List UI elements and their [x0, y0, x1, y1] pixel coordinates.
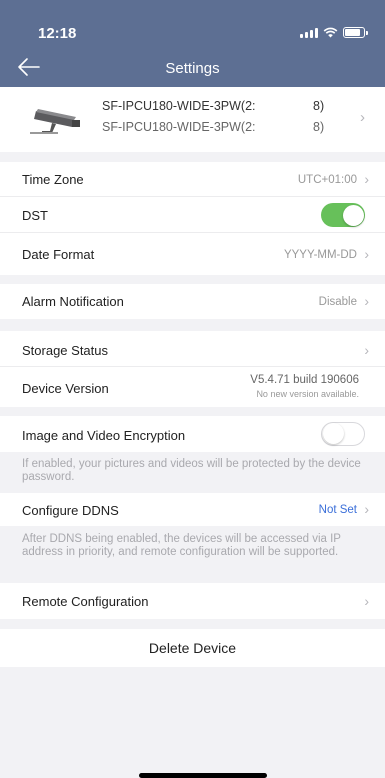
chevron-right-icon: ›	[364, 593, 369, 609]
time-zone-row[interactable]: Time Zone UTC+01:00 ›	[0, 162, 385, 197]
time-zone-value: UTC+01:00	[297, 174, 357, 186]
alarm-notification-label: Alarm Notification	[22, 294, 124, 309]
chevron-right-icon: ›	[360, 109, 365, 126]
ddns-label: Configure DDNS	[22, 503, 119, 518]
nav-header: 12:18 Settings	[0, 0, 385, 87]
device-version-label: Device Version	[22, 381, 109, 396]
device-version-value: V5.4.71 build 190606	[250, 374, 359, 386]
remote-configuration-row[interactable]: Remote Configuration ›	[0, 583, 385, 619]
dst-row: DST	[0, 197, 385, 233]
device-name-secondary: SF-IPCU180-WIDE-3PW(2:	[102, 120, 256, 134]
signal-icon	[300, 27, 318, 38]
home-indicator	[139, 773, 267, 778]
encryption-description: If enabled, your pictures and videos wil…	[22, 458, 361, 483]
status-time: 12:18	[38, 25, 77, 42]
device-name-primary: SF-IPCU180-WIDE-3PW(2:	[102, 99, 256, 113]
chevron-right-icon: ›	[364, 501, 369, 517]
dst-toggle[interactable]	[321, 203, 365, 227]
alarm-notification-value: Disable	[318, 296, 357, 308]
date-format-label: Date Format	[22, 247, 95, 262]
remote-configuration-label: Remote Configuration	[22, 594, 149, 609]
chevron-right-icon: ›	[364, 342, 369, 358]
chevron-right-icon: ›	[364, 246, 369, 262]
encryption-row: Image and Video Encryption	[0, 416, 385, 452]
time-zone-label: Time Zone	[22, 172, 84, 187]
dst-label: DST	[22, 208, 48, 223]
storage-status-label: Storage Status	[22, 343, 108, 358]
encryption-toggle[interactable]	[321, 422, 365, 446]
device-version-status: No new version available.	[256, 389, 359, 399]
date-format-row[interactable]: Date Format YYYY-MM-DD ›	[0, 233, 385, 275]
status-icons	[300, 27, 368, 38]
alarm-notification-row[interactable]: Alarm Notification Disable ›	[0, 284, 385, 319]
chevron-right-icon: ›	[364, 293, 369, 309]
page-title: Settings	[165, 60, 220, 77]
delete-device-button[interactable]: Delete Device	[0, 629, 385, 667]
ddns-row[interactable]: Configure DDNS Not Set ›	[0, 493, 385, 526]
camera-icon	[30, 109, 80, 134]
device-name-secondary-suffix: 8)	[313, 120, 325, 134]
storage-status-row[interactable]: Storage Status ›	[0, 331, 385, 367]
wifi-icon	[323, 27, 338, 38]
device-version-row: Device Version V5.4.71 build 190606 No n…	[0, 367, 385, 407]
date-format-value: YYYY-MM-DD	[283, 249, 357, 261]
device-name-primary-suffix: 8)	[313, 99, 325, 113]
chevron-right-icon: ›	[364, 171, 369, 187]
ddns-value: Not Set	[318, 504, 357, 516]
encryption-label: Image and Video Encryption	[22, 428, 186, 443]
battery-icon	[343, 27, 368, 38]
device-info-row[interactable]: SF-IPCU180-WIDE-3PW(2: 8) SF-IPCU180-WID…	[0, 87, 385, 152]
ddns-description: After DDNS being enabled, the devices wi…	[22, 533, 341, 558]
